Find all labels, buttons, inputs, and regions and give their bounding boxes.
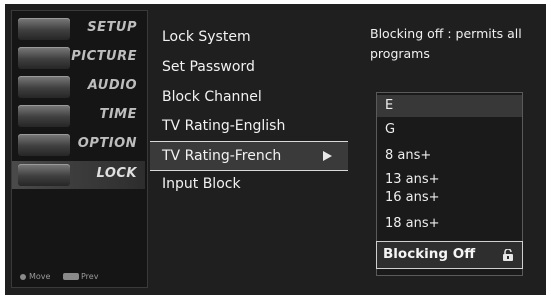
time-icon	[18, 105, 70, 127]
blocking-off-option[interactable]: Blocking Off	[376, 241, 523, 269]
menu-item-tv-rating-english[interactable]: TV Rating-English	[150, 112, 348, 140]
menu-item-label: Input Block	[162, 176, 241, 192]
main-menu-sidebar: SETUP PICTURE AUDIO TIME OPTION LOCK Mov…	[11, 10, 148, 288]
unlock-icon	[503, 249, 513, 261]
blocking-off-label: Blocking Off	[383, 246, 476, 262]
sidebar-item-time[interactable]: TIME	[12, 102, 145, 130]
audio-icon	[18, 76, 70, 98]
menu-item-tv-rating-french[interactable]: TV Rating-French	[150, 141, 348, 171]
sidebar-item-label: SETUP	[87, 20, 137, 35]
rating-option-8-ans[interactable]: 8 ans+	[377, 145, 522, 167]
menu-item-label: TV Rating-English	[162, 118, 286, 134]
move-icon	[20, 273, 26, 280]
sidebar-item-label: OPTION	[77, 136, 137, 151]
rating-option-e[interactable]: E	[377, 95, 522, 117]
rating-option-18-ans[interactable]: 18 ans+	[377, 213, 522, 235]
menu-item-label: TV Rating-French	[162, 148, 282, 164]
rating-label: 8 ans+	[385, 148, 432, 163]
option-icon	[18, 134, 70, 156]
menu-item-block-channel[interactable]: Block Channel	[150, 83, 348, 111]
menu-item-label: Block Channel	[162, 89, 262, 105]
sidebar-item-setup[interactable]: SETUP	[12, 15, 145, 43]
menu-item-input-block[interactable]: Input Block	[150, 170, 348, 198]
rating-panel: Blocking off : permits all programs E G …	[348, 4, 546, 295]
menu-item-label: Set Password	[162, 59, 255, 75]
menu-item-set-password[interactable]: Set Password	[150, 53, 348, 81]
sidebar-footer-hint: Move Prev	[20, 272, 98, 281]
rating-label: 13 ans+	[385, 172, 440, 187]
sidebar-item-label: PICTURE	[71, 49, 137, 64]
picture-icon	[18, 47, 70, 69]
sidebar-item-option[interactable]: OPTION	[12, 131, 145, 159]
rating-option-16-ans[interactable]: 16 ans+	[377, 187, 522, 209]
rating-label: 18 ans+	[385, 216, 440, 231]
rating-label: G	[385, 122, 396, 137]
sidebar-item-label: TIME	[99, 107, 137, 122]
rating-label: E	[385, 98, 394, 113]
prev-key-icon	[63, 273, 79, 280]
move-hint: Move	[29, 272, 51, 281]
sidebar-item-lock[interactable]: LOCK	[12, 161, 145, 189]
rating-option-g[interactable]: G	[377, 119, 522, 141]
menu-item-label: Lock System	[162, 29, 251, 45]
setup-icon	[18, 18, 70, 40]
sidebar-item-label: AUDIO	[87, 78, 137, 93]
sidebar-item-picture[interactable]: PICTURE	[12, 44, 145, 72]
lock-icon	[18, 164, 70, 186]
lock-menu-screen: SETUP PICTURE AUDIO TIME OPTION LOCK Mov…	[5, 4, 546, 295]
rating-label: 16 ans+	[385, 190, 440, 205]
sidebar-item-audio[interactable]: AUDIO	[12, 73, 145, 101]
menu-item-lock-system[interactable]: Lock System	[150, 23, 348, 51]
sidebar-item-label: LOCK	[96, 166, 137, 181]
prev-hint: Prev	[81, 272, 99, 281]
lock-submenu: Lock System Set Password Block Channel T…	[150, 4, 348, 295]
arrow-right-icon	[323, 151, 332, 161]
panel-description: Blocking off : permits all programs	[370, 26, 522, 61]
